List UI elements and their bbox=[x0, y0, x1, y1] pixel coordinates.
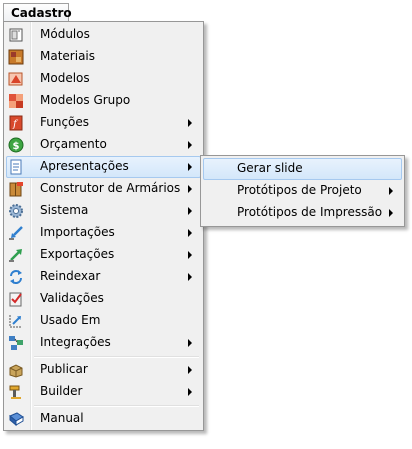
budget-icon: $ bbox=[8, 137, 24, 153]
svg-text:$: $ bbox=[13, 141, 20, 152]
gear-icon bbox=[9, 204, 23, 218]
submenu-arrow-icon bbox=[188, 251, 192, 259]
builder-icon bbox=[9, 385, 21, 399]
submenu-arrow-icon bbox=[188, 366, 192, 374]
publish-icon bbox=[9, 364, 23, 378]
menu-item-publicar[interactable]: Publicar bbox=[6, 359, 201, 381]
submenu-arrow-icon bbox=[188, 163, 192, 171]
menu-item-funcoes[interactable]: f Funções bbox=[6, 112, 201, 134]
menu-item-modelos[interactable]: Modelos bbox=[6, 68, 201, 90]
menu-item-validacoes[interactable]: Validações bbox=[6, 288, 201, 310]
submenu-arrow-icon bbox=[188, 273, 192, 281]
submenu-arrow-icon bbox=[188, 207, 192, 215]
submenu-arrow-icon bbox=[188, 229, 192, 237]
export-icon bbox=[9, 249, 22, 262]
menu-item-usado-em[interactable]: Usado Em bbox=[6, 310, 201, 332]
submenu-arrow-icon bbox=[188, 141, 192, 149]
menu-separator bbox=[34, 405, 199, 407]
presentation-icon bbox=[10, 159, 22, 175]
manual-icon bbox=[9, 412, 24, 427]
submenu-arrow-icon bbox=[188, 119, 192, 127]
submenu-arrow-icon bbox=[389, 187, 393, 195]
functions-icon: f bbox=[9, 115, 23, 131]
validation-icon bbox=[9, 292, 22, 307]
apresentacoes-submenu: Gerar slide Protótipos de Projeto Protót… bbox=[200, 155, 405, 227]
menubar-label: Cadastro bbox=[11, 6, 72, 20]
submenu-arrow-icon bbox=[389, 209, 393, 217]
materials-icon bbox=[8, 49, 24, 65]
submenu-arrow-icon bbox=[188, 185, 192, 193]
models-icon bbox=[8, 72, 23, 86]
menu-separator bbox=[34, 356, 199, 358]
menu-item-integracoes[interactable]: Integrações bbox=[6, 332, 201, 354]
modules-icon bbox=[9, 28, 23, 42]
cadastro-menu: Módulos Materiais Modelos Modelos Grupo … bbox=[3, 21, 204, 431]
menu-item-importacoes[interactable]: Importações bbox=[6, 222, 201, 244]
cabinet-builder-icon bbox=[9, 182, 23, 197]
menu-item-orcamento[interactable]: $ Orçamento bbox=[6, 134, 201, 156]
reindex-icon bbox=[10, 270, 22, 284]
submenu-item-prototipos-de-projeto[interactable]: Protótipos de Projeto bbox=[203, 180, 402, 202]
menubar-cadastro[interactable]: Cadastro bbox=[3, 3, 72, 22]
submenu-item-gerar-slide[interactable]: Gerar slide bbox=[203, 158, 402, 180]
integration-icon bbox=[9, 336, 23, 350]
model-group-icon bbox=[9, 94, 23, 108]
submenu-arrow-icon bbox=[188, 339, 192, 347]
menu-item-reindexar[interactable]: Reindexar bbox=[6, 266, 201, 288]
used-in-icon bbox=[9, 315, 22, 328]
menu-item-apresentacoes[interactable]: Apresentações bbox=[6, 156, 201, 178]
menu-item-builder[interactable]: Builder bbox=[6, 381, 201, 403]
submenu-arrow-icon bbox=[188, 388, 192, 396]
menu-item-modulos[interactable]: Módulos bbox=[6, 24, 201, 46]
import-icon bbox=[9, 226, 23, 240]
menu-item-modelos-grupo[interactable]: Modelos Grupo bbox=[6, 90, 201, 112]
submenu-item-prototipos-de-impressao[interactable]: Protótipos de Impressão bbox=[203, 202, 402, 224]
menu-item-exportacoes[interactable]: Exportações bbox=[6, 244, 201, 266]
menu-item-sistema[interactable]: Sistema bbox=[6, 200, 201, 222]
menu-item-construtor-de-armarios[interactable]: Construtor de Armários bbox=[6, 178, 201, 200]
menu-item-manual[interactable]: Manual bbox=[6, 408, 201, 430]
menu-item-materiais[interactable]: Materiais bbox=[6, 46, 201, 68]
